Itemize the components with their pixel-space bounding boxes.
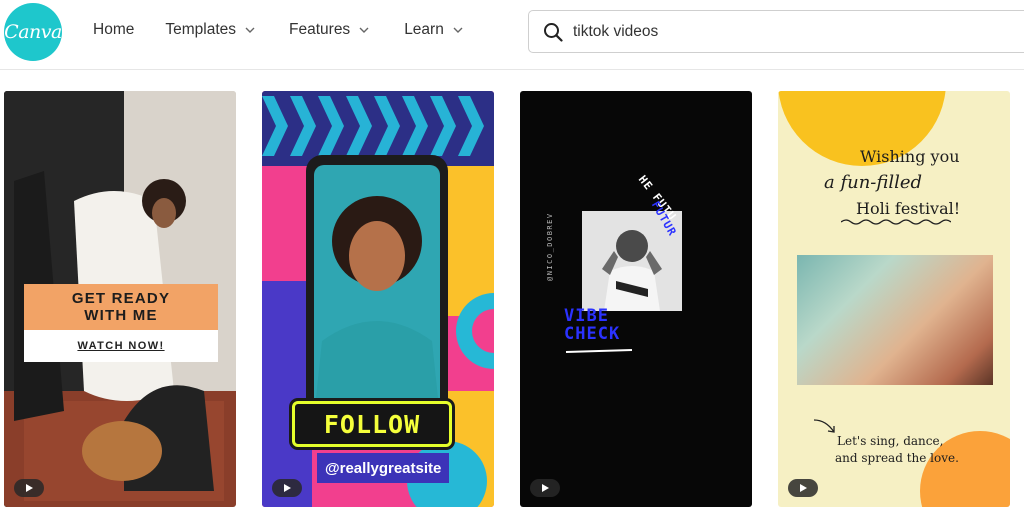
card-cta-label: WATCH NOW! xyxy=(77,340,165,352)
sing-line2: and spread the love. xyxy=(835,451,959,465)
play-icon xyxy=(542,484,549,492)
underline-squiggle xyxy=(565,349,633,353)
sing-line1: Let's sing, dance, xyxy=(837,434,944,448)
template-card-vibe-check[interactable]: HE FUTU FUTUR @NICO_DOBREV VIBE CHECK xyxy=(520,91,752,507)
play-icon xyxy=(800,484,807,492)
chevron-down-icon xyxy=(359,27,369,33)
nav-features[interactable]: Features xyxy=(289,21,370,39)
play-badge[interactable] xyxy=(788,479,818,497)
wish-line2: a fun-filled xyxy=(824,172,923,193)
chevron-down-icon xyxy=(245,27,255,33)
nav-home[interactable]: Home xyxy=(93,21,134,39)
squiggle-divider xyxy=(841,219,951,225)
nav-templates-label: Templates xyxy=(165,21,237,38)
canva-logo[interactable]: Canva xyxy=(4,3,62,61)
festival-photo xyxy=(797,255,993,385)
search-input[interactable] xyxy=(573,22,973,41)
play-badge[interactable] xyxy=(272,479,302,497)
logo-text: Canva xyxy=(4,21,62,43)
card-title-line2: WITH ME xyxy=(84,307,158,324)
main-nav: Home Templates Features Learn xyxy=(93,21,464,39)
sing-text: Let's sing, dance, and spread the love. xyxy=(835,433,959,467)
template-card-follow[interactable]: FOLLOW @reallygreatsite xyxy=(262,91,494,507)
follow-label: FOLLOW xyxy=(323,409,421,439)
nav-learn[interactable]: Learn xyxy=(404,21,464,39)
arrow-doodle-icon xyxy=(813,419,835,433)
template-card-get-ready[interactable]: GET READY WITH ME WATCH NOW! xyxy=(4,91,236,507)
card-title-box: GET READY WITH ME xyxy=(24,284,218,330)
chevron-down-icon xyxy=(453,27,463,33)
vibe-line2: CHECK xyxy=(564,324,621,344)
nav-home-label: Home xyxy=(93,21,135,38)
play-icon xyxy=(26,484,33,492)
template-card-holi[interactable]: Wishing you a fun-filled Holi festival! … xyxy=(778,91,1010,507)
handle-badge: @reallygreatsite xyxy=(317,453,450,483)
nav-learn-label: Learn xyxy=(404,21,444,38)
vibe-line1: VIBE xyxy=(564,306,609,326)
play-icon xyxy=(284,484,291,492)
card-cta: WATCH NOW! xyxy=(24,330,218,362)
follow-sign: FOLLOW xyxy=(292,401,452,447)
card-title-line1: GET READY xyxy=(71,290,171,307)
vibe-check-text: VIBE CHECK xyxy=(564,307,620,343)
search-icon xyxy=(544,22,563,42)
side-handle: @NICO_DOBREV xyxy=(546,212,554,281)
wish-line1: Wishing you xyxy=(860,147,960,166)
nav-features-label: Features xyxy=(289,21,351,38)
play-badge[interactable] xyxy=(530,479,560,497)
handle-label: @reallygreatsite xyxy=(325,459,442,477)
nav-templates[interactable]: Templates xyxy=(165,21,256,39)
play-badge[interactable] xyxy=(14,479,44,497)
search-bar[interactable] xyxy=(528,10,1024,53)
top-header: Canva Home Templates Features Learn xyxy=(0,0,1024,70)
